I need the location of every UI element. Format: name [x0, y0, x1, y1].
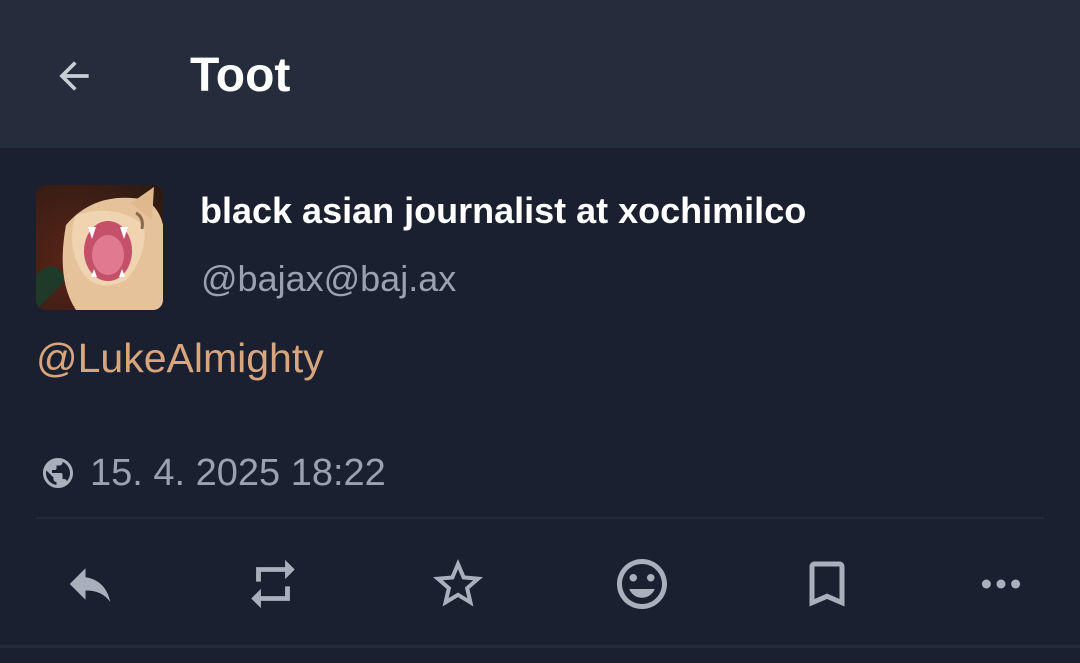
globe-icon	[40, 455, 76, 491]
more-horizontal-icon	[974, 557, 1028, 611]
mention-link[interactable]: @LukeAlmighty	[36, 333, 324, 383]
author-handle[interactable]: @bajax@baj.ax	[201, 257, 456, 301]
repeat-icon	[244, 555, 302, 613]
star-icon	[428, 554, 488, 614]
status-timestamp[interactable]: 15. 4. 2025 18:22	[90, 450, 386, 496]
react-button[interactable]	[606, 548, 678, 620]
action-bar	[0, 548, 1080, 620]
reply-icon	[63, 557, 117, 611]
back-button[interactable]	[36, 38, 112, 114]
app-bar: Toot	[0, 0, 1080, 148]
page-title: Toot	[190, 49, 291, 102]
cat-avatar-image	[36, 185, 163, 310]
reply-button[interactable]	[54, 548, 126, 620]
bottom-divider	[0, 645, 1080, 648]
arrow-left-icon	[52, 54, 96, 98]
bookmark-icon	[797, 554, 857, 614]
status-detail: black asian journalist at xochimilco @ba…	[0, 148, 1080, 663]
author-display-name[interactable]: black asian journalist at xochimilco	[200, 189, 806, 233]
boost-button[interactable]	[237, 548, 309, 620]
status-meta: 15. 4. 2025 18:22	[40, 450, 386, 496]
divider	[36, 517, 1044, 519]
favourite-button[interactable]	[422, 548, 494, 620]
bookmark-button[interactable]	[791, 548, 863, 620]
more-button[interactable]	[965, 548, 1037, 620]
emoji-icon	[612, 554, 672, 614]
avatar[interactable]	[36, 185, 163, 310]
